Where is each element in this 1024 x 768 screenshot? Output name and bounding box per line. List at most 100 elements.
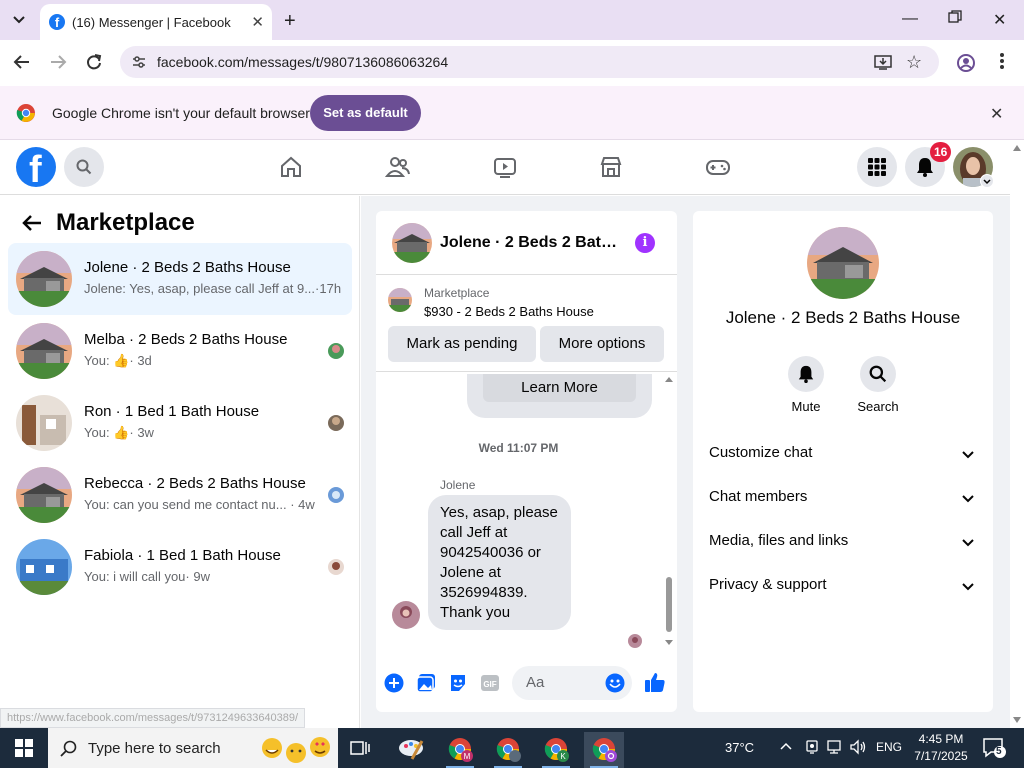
mark-as-pending-button[interactable]: Mark as pending xyxy=(388,326,536,362)
conversation-item[interactable]: Ron · 1 Bed 1 Bath House You: 👍· 3w xyxy=(8,387,352,459)
conversation-preview: You: can you send me contact nu... · 4w xyxy=(84,497,315,512)
learn-more-button[interactable]: Learn More xyxy=(483,374,636,402)
gaming-icon[interactable] xyxy=(705,155,731,179)
more-options-button[interactable]: More options xyxy=(540,326,664,362)
clock[interactable]: 4:45 PM 7/17/2025 xyxy=(910,731,972,765)
default-browser-infobar: Google Chrome isn't your default browser… xyxy=(0,86,1024,140)
taskbar-app-chrome-active[interactable] xyxy=(584,732,624,768)
weather-temperature[interactable]: 37°C xyxy=(725,740,754,755)
chat-title[interactable]: Jolene · 2 Beds 2 Baths House xyxy=(440,234,620,252)
back-arrow-icon[interactable] xyxy=(22,214,42,232)
sender-avatar[interactable] xyxy=(392,601,420,629)
bookmark-star-icon[interactable]: ☆ xyxy=(906,52,922,73)
notification-center-icon[interactable] xyxy=(983,737,1007,759)
notification-center-count: 5 xyxy=(996,746,1002,757)
marketplace-icon[interactable] xyxy=(599,155,623,179)
page-scrollbar[interactable] xyxy=(1010,141,1024,728)
conversation-item[interactable]: Fabiola · 1 Bed 1 Bath House You: i will… xyxy=(8,531,352,603)
windows-start-icon[interactable] xyxy=(15,739,33,757)
tab-close-icon[interactable]: ✕ xyxy=(251,13,264,31)
show-hidden-icons-icon[interactable] xyxy=(779,739,793,753)
facebook-logo-icon[interactable]: f xyxy=(16,147,56,187)
browser-tab-messenger[interactable]: f (16) Messenger | Facebook ✕ xyxy=(40,4,272,40)
taskbar-app-chrome-t[interactable] xyxy=(488,732,528,768)
friends-icon[interactable] xyxy=(385,155,411,179)
profile-icon[interactable] xyxy=(956,53,976,73)
chrome-profile-icon: K xyxy=(544,738,569,762)
chat-members-row[interactable]: Chat members xyxy=(709,488,979,512)
site-info-icon[interactable] xyxy=(131,54,147,70)
search-button[interactable] xyxy=(64,147,104,187)
emoji-icon[interactable] xyxy=(605,673,625,693)
tab-search-icon[interactable] xyxy=(10,12,28,28)
chevron-down-icon xyxy=(962,451,974,459)
conversation-list-panel: Marketplace Jolene · 2 Beds 2 Baths Hous… xyxy=(0,196,360,728)
like-icon[interactable] xyxy=(644,671,666,693)
thumbs-up-icon: 👍 xyxy=(113,425,130,440)
chevron-down-icon xyxy=(962,495,974,503)
menu-button[interactable] xyxy=(857,147,897,187)
message-timestamp: Wed 11:07 PM xyxy=(478,441,559,455)
new-tab-icon[interactable]: + xyxy=(284,10,296,33)
volume-icon[interactable] xyxy=(849,739,867,755)
plus-icon[interactable] xyxy=(384,673,404,693)
maximize-icon[interactable] xyxy=(948,10,962,24)
conversation-item[interactable]: Jolene · 2 Beds 2 Baths House Jolene: Ye… xyxy=(8,243,352,315)
conversation-item[interactable]: Rebecca · 2 Beds 2 Baths House You: can … xyxy=(8,459,352,531)
message-input[interactable]: Aa xyxy=(512,666,632,700)
clock-time: 4:45 PM xyxy=(918,732,964,746)
bell-icon xyxy=(798,365,814,383)
status-bar-url: https://www.facebook.com/messages/t/9731… xyxy=(0,708,306,728)
media-files-links-row[interactable]: Media, files and links xyxy=(709,532,979,556)
forward-icon[interactable] xyxy=(49,53,67,71)
set-default-button[interactable]: Set as default xyxy=(310,95,421,131)
listing-thumbnail xyxy=(16,467,72,523)
seen-avatar xyxy=(328,415,344,431)
info-icon[interactable]: i xyxy=(635,233,655,253)
install-app-icon[interactable] xyxy=(874,53,892,71)
search-label: Search xyxy=(857,399,899,414)
address-bar[interactable]: facebook.com/messages/t/9807136086063264… xyxy=(120,46,939,78)
url-text: facebook.com/messages/t/9807136086063264 xyxy=(157,54,449,70)
mute-button[interactable]: Mute xyxy=(776,356,836,414)
reload-icon[interactable] xyxy=(85,53,103,71)
menu-grid-icon xyxy=(868,158,886,176)
taskbar-app-chrome-k[interactable]: K xyxy=(536,732,576,768)
tab-title: (16) Messenger | Facebook xyxy=(72,14,231,30)
task-view-icon[interactable] xyxy=(350,739,370,757)
account-chevron-icon[interactable] xyxy=(980,174,994,188)
chat-scrollbar[interactable] xyxy=(663,374,675,649)
watch-icon[interactable] xyxy=(493,155,517,179)
photo-icon[interactable] xyxy=(416,673,436,693)
conversation-item[interactable]: Melba · 2 Beds 2 Baths House You: 👍· 3d xyxy=(8,315,352,387)
marketplace-listing-card: Marketplace $930 - 2 Beds 2 Baths House … xyxy=(376,276,677,372)
section-label: Media, files and links xyxy=(709,532,849,549)
tray-device-icon[interactable] xyxy=(804,739,820,755)
customize-chat-row[interactable]: Customize chat xyxy=(709,444,979,468)
search-in-conversation-button[interactable]: Search xyxy=(848,356,908,414)
minimize-icon[interactable]: — xyxy=(902,10,918,28)
chat-avatar[interactable] xyxy=(392,223,432,263)
infobar-close-icon[interactable]: ✕ xyxy=(990,104,1003,124)
home-icon[interactable] xyxy=(279,155,303,179)
bell-icon xyxy=(917,158,933,177)
message-bubble[interactable]: Yes, asap, please call Jeff at 904254003… xyxy=(428,495,571,630)
taskbar-app-chrome-m[interactable]: M xyxy=(440,732,480,768)
section-label: Customize chat xyxy=(709,444,813,461)
conversation-preview: You: 👍· 3d xyxy=(84,353,152,368)
panel-title: Marketplace xyxy=(56,209,195,236)
sticker-icon[interactable] xyxy=(448,673,468,693)
network-icon[interactable] xyxy=(826,739,844,755)
privacy-support-row[interactable]: Privacy & support xyxy=(709,576,979,600)
chat-panel: Jolene · 2 Beds 2 Baths House i Marketpl… xyxy=(376,211,677,712)
input-language[interactable]: ENG xyxy=(876,740,902,754)
gif-icon[interactable]: GIF xyxy=(480,673,500,693)
listing-thumbnail xyxy=(16,539,72,595)
listing-title[interactable]: $930 - 2 Beds 2 Baths House xyxy=(424,304,594,319)
search-icon xyxy=(869,365,887,383)
chrome-menu-icon[interactable] xyxy=(999,52,1005,70)
back-icon[interactable] xyxy=(13,53,31,71)
taskbar-search-box[interactable]: Type here to search xyxy=(48,728,338,768)
window-close-icon[interactable]: ✕ xyxy=(993,10,1006,30)
taskbar-app-paint[interactable] xyxy=(392,732,432,768)
